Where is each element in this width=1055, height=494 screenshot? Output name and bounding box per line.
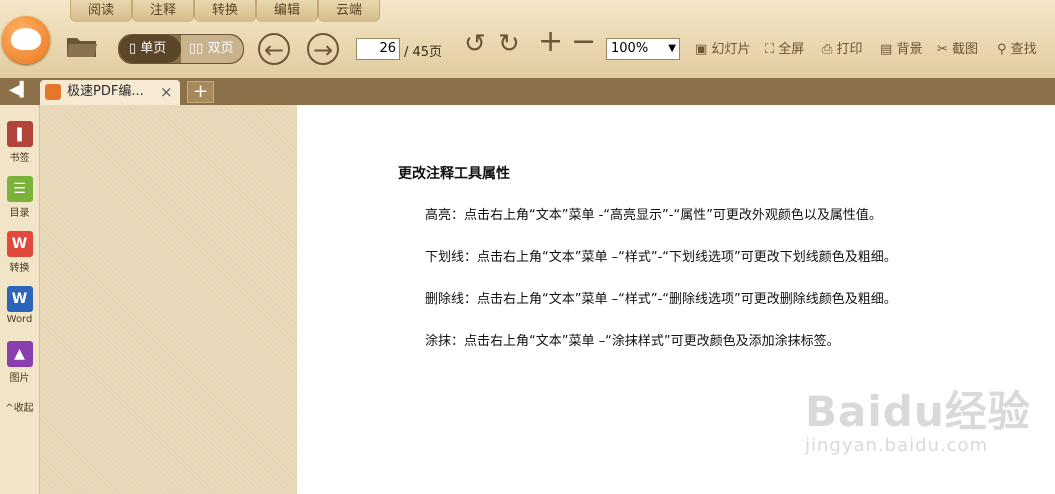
rotate-right-button[interactable]: ↻ [498,31,520,57]
image-icon: ▲ [6,341,33,367]
fullscreen-label: 全屏 [778,42,805,57]
watermark-main-text: Baidu经验 [805,387,1031,436]
single-page-icon: ▯ [129,41,137,56]
print-label: 打印 [836,42,863,57]
close-tab-icon[interactable]: × [160,80,173,104]
double-page-label: 双页 [207,41,234,56]
word-icon: W [6,286,33,312]
rotate-left-button[interactable]: ↺ [464,31,486,57]
zoom-value: 100% [611,41,649,56]
tab-document-label: 极速PDF编... [67,84,144,99]
pdf-file-icon [45,84,61,100]
document-paragraph: 下划线：点击右上角“文本”菜单 –“样式”-“下划线选项”可更改下划线颜色及粗细… [425,250,897,265]
folder-icon [67,38,97,57]
find-label: 查找 [1010,42,1037,57]
sidebar-item-label: Word [6,314,33,325]
printer-icon: ⎙ [822,42,833,57]
document-paragraph: 高亮：点击右上角“文本”菜单 -“高亮显示”-“属性”可更改外观颜色以及属性值。 [425,208,882,223]
print-button[interactable]: ⎙ 打印 [822,40,863,60]
slideshow-icon: ▣ [695,42,708,57]
double-page-button[interactable]: ▯▯ 双页 [181,35,243,63]
tab-document[interactable]: 极速PDF编... × [40,80,180,105]
document-paragraph: 删除线：点击右上角“文本”菜单 –“样式”-“删除线选项”可更改删除线颜色及粗细… [425,292,897,307]
sidebar-item-toc[interactable]: ☰ 目录 [0,176,39,219]
sidebar-item-label: 转换 [9,263,30,274]
baidu-jingyan-watermark: Baidu经验 jingyan.baidu.com [805,378,1031,456]
previous-page-button[interactable]: ← [258,33,290,65]
zoom-out-button[interactable]: − [571,27,596,57]
menu-tab-edit[interactable]: 编辑 [256,0,318,22]
add-tab-button[interactable]: + [187,81,214,103]
screenshot-button[interactable]: ✂ 截图 [937,40,978,60]
scissors-icon: ✂ [937,42,948,57]
sidebar-collapse-button[interactable]: ^收起 [0,399,39,414]
single-page-label: 单页 [140,41,167,56]
background-icon: ▤ [880,42,893,57]
document-heading: 更改注释工具属性 [398,166,510,182]
menu-tab-read[interactable]: 阅读 [70,0,132,22]
search-icon: ⚲ [997,42,1007,57]
thumbnail-panel [40,105,297,494]
zoom-select[interactable]: 100% ▼ [606,38,680,60]
view-mode-toggle: ▯ 单页 ▯▯ 双页 [118,34,244,64]
menu-tab-convert[interactable]: 转换 [194,0,256,22]
plus-icon: + [538,24,564,59]
double-page-icon: ▯▯ [189,41,204,56]
zoom-in-button[interactable]: + [538,27,563,57]
open-folder-button[interactable] [66,34,98,58]
toc-icon: ☰ [6,176,33,202]
single-page-button[interactable]: ▯ 单页 [119,35,181,63]
bookmark-icon: ❚ [6,121,33,147]
collapse-left-icon: ◀▍ [9,82,31,98]
chevron-down-icon: ▼ [668,43,676,54]
sidebar-item-label: 目录 [9,208,30,219]
slideshow-button[interactable]: ▣ 幻灯片 [695,40,750,60]
toggle-sidebar-button[interactable]: ◀▍ [9,82,31,98]
menu-tab-annotate[interactable]: 注释 [132,0,194,22]
chevron-up-icon: ^ [5,403,14,414]
rotate-right-icon: ↻ [498,29,520,59]
sidebar-item-word[interactable]: W Word [0,286,39,325]
minus-icon: − [571,24,597,59]
sidebar-collapse-label: 收起 [13,403,34,414]
next-page-button[interactable]: → [307,33,339,65]
fullscreen-button[interactable]: ⛶ 全屏 [765,40,804,60]
background-button[interactable]: ▤ 背景 [880,40,922,60]
rotate-left-icon: ↺ [464,29,486,59]
slideshow-label: 幻灯片 [711,42,751,57]
sidebar-item-label: 书签 [9,153,30,164]
sidebar-item-label: 图片 [9,373,30,384]
sidebar-item-image[interactable]: ▲ 图片 [0,341,39,384]
arrow-left-icon: ← [263,36,285,64]
app-logo-icon[interactable] [2,16,50,64]
fullscreen-icon: ⛶ [765,42,775,57]
sidebar-item-convert[interactable]: W 转换 [0,231,39,274]
arrow-right-icon: → [312,36,334,64]
page-total: / 45页 [404,45,443,60]
page-number-input[interactable]: 26 [356,38,400,60]
screenshot-label: 截图 [952,42,979,57]
convert-icon: W [6,231,33,257]
sidebar-item-bookmark[interactable]: ❚ 书签 [0,121,39,164]
find-button[interactable]: ⚲ 查找 [997,40,1037,60]
document-paragraph: 涂抹：点击右上角“文本”菜单 –“涂抹样式”可更改颜色及添加涂抹标签。 [425,334,840,349]
background-label: 背景 [896,42,923,57]
menu-tab-cloud[interactable]: 云端 [318,0,380,22]
